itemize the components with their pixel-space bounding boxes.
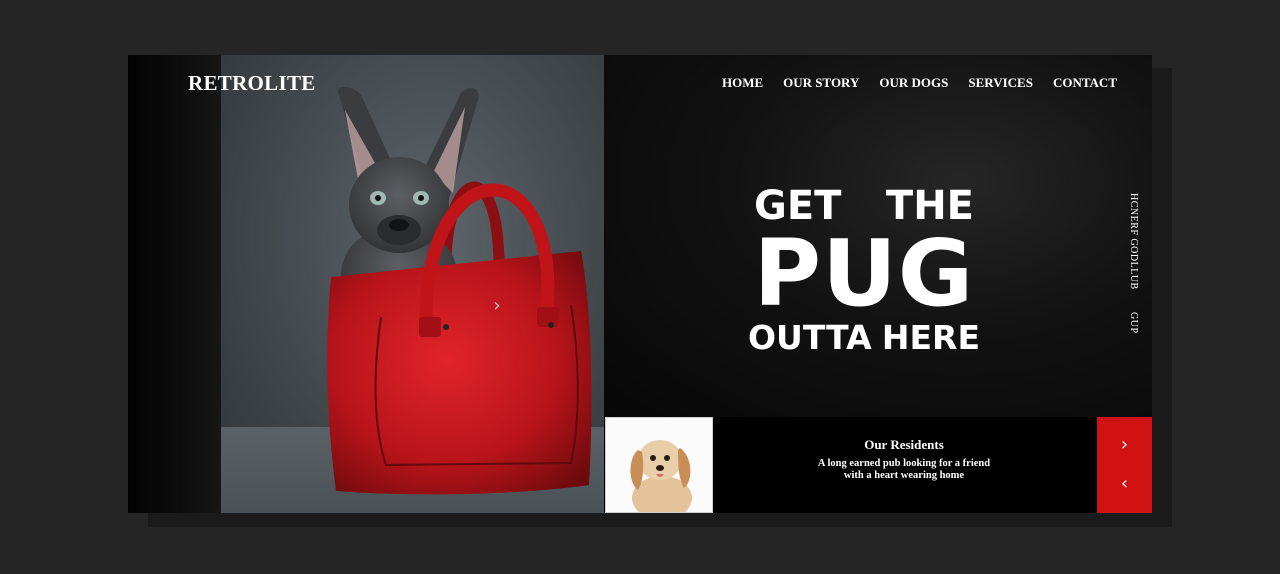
hero-card: › RETROLITE HOME OUR STORY OUR DOGS SERV…: [128, 55, 1152, 513]
headline-word-here: HERE: [881, 318, 980, 357]
residents-text-line-2: with a heart wearing home: [843, 470, 965, 481]
nav-services[interactable]: SERVICES: [968, 75, 1033, 91]
headline-pug: PUG: [753, 220, 975, 327]
nav-home[interactable]: HOME: [722, 75, 763, 91]
brand-logo[interactable]: RETROLITE: [188, 71, 316, 96]
residents-title: Our Residents: [864, 437, 944, 452]
headline-row-3: OUTTA HERE: [748, 319, 980, 357]
headline-word-outta: OUTTA: [748, 318, 872, 357]
residents-text-line-1: A long earned pub looking for a friend: [817, 458, 991, 469]
hero-photo: ›: [221, 55, 604, 513]
next-chevron-right-icon[interactable]: ›: [1097, 423, 1152, 467]
prev-chevron-left-icon[interactable]: ‹: [1097, 462, 1152, 506]
nav-our-story[interactable]: OUR STORY: [783, 75, 859, 91]
vertical-text-2: GUP: [1128, 311, 1139, 334]
main-nav: HOME OUR STORY OUR DOGS SERVICES CONTACT: [722, 75, 1117, 91]
resident-thumbnail[interactable]: [605, 417, 713, 513]
vertical-text-1: HCNERF GODLLUB: [1128, 193, 1139, 290]
dog-in-bag-illustration: [327, 86, 592, 495]
puppy-illustration: [630, 440, 692, 512]
photo-chevron-right-icon[interactable]: ›: [489, 295, 505, 317]
nav-our-dogs[interactable]: OUR DOGS: [879, 75, 948, 91]
left-dark-strip: [128, 55, 221, 513]
hero-headline: GET THE PUG OUTTA HERE: [748, 183, 980, 357]
nav-contact[interactable]: CONTACT: [1053, 75, 1117, 91]
residents-bar: Our Residents A long earned pub looking …: [604, 417, 1152, 513]
residents-description: A long earned pub looking for a friend w…: [804, 458, 1004, 482]
vertical-side-text: HCNERF GODLLUB GUP: [1128, 193, 1139, 333]
slider-controls: › ‹: [1097, 417, 1152, 513]
